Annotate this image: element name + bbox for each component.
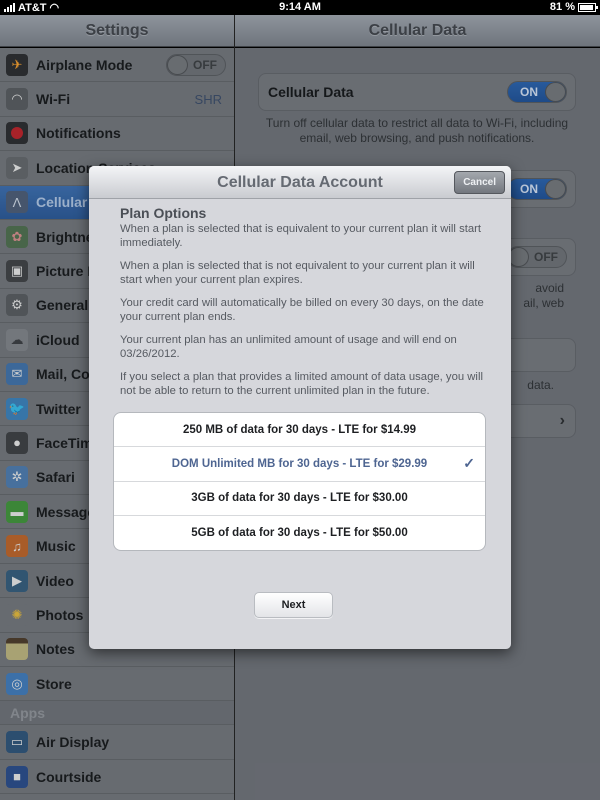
plan-option[interactable]: 250 MB of data for 30 days - LTE for $14…: [114, 413, 485, 448]
plan-option-selected[interactable]: DOM Unlimited MB for 30 days - LTE for $…: [114, 447, 485, 482]
plan-info-paragraph: Your credit card will automatically be b…: [120, 297, 484, 323]
plan-info-paragraph: If you select a plan that provides a lim…: [120, 371, 483, 397]
checkmark-icon: ✓: [463, 455, 475, 472]
battery-icon: [578, 2, 598, 12]
battery-percent: 81 %: [549, 1, 575, 13]
plan-option[interactable]: 5GB of data for 30 days - LTE for $50.00: [114, 516, 485, 550]
plan-list: 250 MB of data for 30 days - LTE for $14…: [113, 412, 486, 552]
plan-info-paragraph: When a plan is selected that is equivale…: [120, 223, 482, 249]
cellular-data-nav-title: Cellular Data: [235, 15, 600, 47]
plan-option[interactable]: 3GB of data for 30 days - LTE for $30.00: [114, 482, 485, 516]
plan-options-title: Plan Options: [120, 205, 207, 221]
status-bar: AT&T ◠ 9:14 AM 81 %: [0, 0, 600, 15]
plan-options-description: Plan Options When a plan is selected tha…: [89, 199, 511, 398]
settings-nav-title: Settings: [0, 15, 234, 47]
plan-info-paragraph: When a plan is selected that is not equi…: [120, 260, 475, 286]
dialog-title: Cellular Data Account: [217, 174, 383, 191]
cancel-button[interactable]: Cancel: [454, 171, 505, 194]
clock: 9:14 AM: [279, 1, 321, 13]
dialog-header: Cellular Data Account Cancel: [89, 166, 511, 199]
next-button[interactable]: Next: [254, 592, 333, 618]
plan-info-paragraph: Your current plan has an unlimited amoun…: [120, 334, 457, 360]
cellular-data-account-dialog: Cellular Data Account Cancel Plan Option…: [89, 166, 511, 649]
